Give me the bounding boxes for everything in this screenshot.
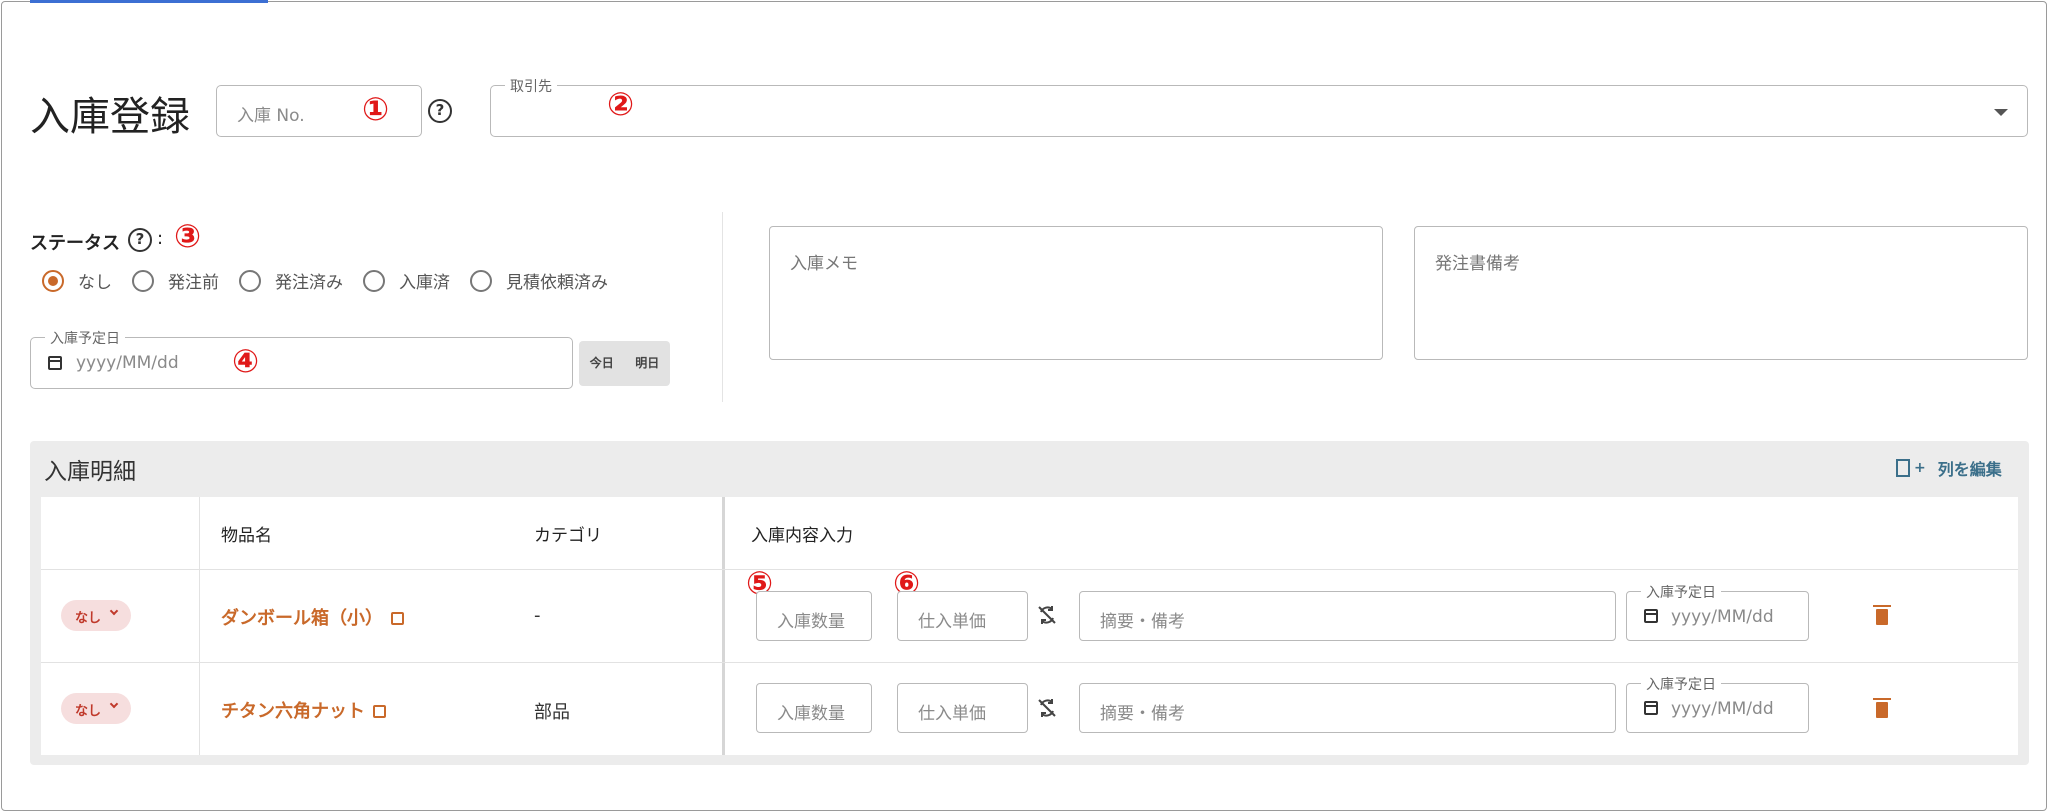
sync-disabled-icon[interactable] bbox=[1035, 603, 1059, 627]
scheduled-date-label: 入庫予定日 bbox=[45, 328, 125, 348]
quantity-placeholder: 入庫数量 bbox=[777, 612, 845, 632]
row-scheduled-date-input[interactable]: 入庫予定日 yyyy/MM/dd bbox=[1626, 674, 1809, 733]
status-radio-quote-requested[interactable] bbox=[470, 269, 492, 292]
trash-icon[interactable] bbox=[1873, 698, 1891, 718]
receipt-no-input[interactable]: 入庫 No. bbox=[216, 85, 422, 137]
status-radio-group: なし 発注前 発注済み 入庫済 見積依頼済み bbox=[42, 268, 628, 293]
column-edit-icon bbox=[1896, 459, 1910, 477]
row-status-label: なし bbox=[75, 611, 102, 626]
unit-price-placeholder: 仕入単価 bbox=[918, 704, 986, 724]
supplier-select[interactable]: 取引先 bbox=[490, 76, 2028, 137]
status-option-label: 発注前 bbox=[168, 273, 219, 293]
receipt-no-placeholder: 入庫 No. bbox=[237, 106, 305, 126]
item-name-link[interactable]: ダンボール箱（小） bbox=[221, 604, 404, 630]
row-date-placeholder: yyyy/MM/dd bbox=[1671, 607, 1774, 627]
status-radio-none[interactable] bbox=[42, 269, 64, 292]
item-category: - bbox=[534, 605, 541, 626]
active-tab-indicator bbox=[30, 0, 268, 3]
receipt-memo-placeholder: 入庫メモ bbox=[790, 254, 858, 274]
edit-columns-button[interactable]: + 列を編集 bbox=[1896, 456, 2002, 480]
column-divider bbox=[199, 497, 200, 755]
item-category: 部品 bbox=[534, 702, 570, 723]
today-button[interactable]: 今日 bbox=[579, 341, 625, 386]
item-name-link[interactable]: チタン六角ナット bbox=[221, 697, 386, 723]
row-scheduled-date-input[interactable]: 入庫予定日 yyyy/MM/dd bbox=[1626, 582, 1809, 641]
chevron-down-icon bbox=[1994, 109, 2008, 116]
row-date-placeholder: yyyy/MM/dd bbox=[1671, 699, 1774, 719]
column-header-receipt-input: 入庫内容入力 bbox=[751, 526, 853, 546]
calendar-icon bbox=[48, 356, 62, 370]
row-divider bbox=[41, 662, 2018, 663]
row-status-label: なし bbox=[75, 704, 102, 719]
note-input[interactable]: 摘要・備考 bbox=[1079, 591, 1616, 641]
column-header-category: カテゴリ bbox=[534, 526, 602, 546]
external-link-icon bbox=[391, 612, 404, 625]
chevron-down-icon bbox=[109, 699, 119, 709]
detail-title: 入庫明細 bbox=[44, 459, 136, 485]
status-colon: : bbox=[157, 228, 164, 249]
annotation-marker-3: ③ bbox=[174, 217, 202, 255]
status-option-label: 発注済み bbox=[275, 273, 343, 293]
annotation-marker-1: ① bbox=[362, 90, 390, 128]
unit-price-placeholder: 仕入単価 bbox=[918, 612, 986, 632]
date-shortcut-group: 今日 明日 bbox=[579, 341, 670, 386]
row-scheduled-date-label: 入庫予定日 bbox=[1641, 674, 1721, 694]
status-radio-received[interactable] bbox=[363, 269, 385, 292]
column-header-item-name: 物品名 bbox=[221, 526, 272, 546]
edit-columns-label: 列を編集 bbox=[1937, 460, 2002, 479]
column-divider bbox=[722, 497, 725, 755]
status-label: ステータス bbox=[30, 233, 120, 254]
external-link-icon bbox=[373, 705, 386, 718]
supplier-label: 取引先 bbox=[505, 76, 557, 96]
annotation-marker-2: ② bbox=[607, 85, 635, 123]
note-placeholder: 摘要・備考 bbox=[1100, 704, 1185, 724]
row-status-dropdown[interactable]: なし bbox=[61, 600, 131, 631]
calendar-icon bbox=[1644, 609, 1658, 623]
question-circle-icon[interactable]: ? bbox=[128, 228, 152, 252]
quantity-placeholder: 入庫数量 bbox=[777, 704, 845, 724]
calendar-icon bbox=[1644, 701, 1658, 715]
note-placeholder: 摘要・備考 bbox=[1100, 612, 1185, 632]
status-option-label: なし bbox=[78, 273, 112, 293]
annotation-marker-4: ④ bbox=[232, 342, 260, 380]
order-note-placeholder: 発注書備考 bbox=[1435, 254, 1520, 274]
quantity-input[interactable]: 入庫数量 bbox=[756, 683, 872, 733]
sync-disabled-icon[interactable] bbox=[1035, 696, 1059, 720]
receipt-memo-textarea[interactable]: 入庫メモ bbox=[769, 226, 1383, 360]
order-note-textarea[interactable]: 発注書備考 bbox=[1414, 226, 2028, 360]
plus-icon: + bbox=[1914, 460, 1926, 476]
status-radio-before-order[interactable] bbox=[132, 269, 154, 292]
header-divider bbox=[41, 569, 2018, 570]
question-circle-icon[interactable]: ? bbox=[428, 99, 452, 123]
scheduled-date-input[interactable]: 入庫予定日 yyyy/MM/dd bbox=[30, 328, 573, 389]
scheduled-date-placeholder: yyyy/MM/dd bbox=[76, 353, 179, 373]
status-radio-ordered[interactable] bbox=[239, 269, 261, 292]
note-input[interactable]: 摘要・備考 bbox=[1079, 683, 1616, 733]
unit-price-input[interactable]: 仕入単価 bbox=[897, 591, 1028, 641]
quantity-input[interactable]: 入庫数量 bbox=[756, 591, 872, 641]
status-option-label: 見積依頼済み bbox=[506, 273, 608, 293]
unit-price-input[interactable]: 仕入単価 bbox=[897, 683, 1028, 733]
tomorrow-button[interactable]: 明日 bbox=[625, 341, 671, 386]
row-status-dropdown[interactable]: なし bbox=[61, 693, 131, 724]
chevron-down-icon bbox=[109, 606, 119, 616]
page-title: 入庫登録 bbox=[30, 94, 190, 140]
trash-icon[interactable] bbox=[1873, 605, 1891, 625]
section-divider bbox=[722, 212, 723, 402]
status-option-label: 入庫済 bbox=[399, 273, 450, 293]
row-scheduled-date-label: 入庫予定日 bbox=[1641, 582, 1721, 602]
